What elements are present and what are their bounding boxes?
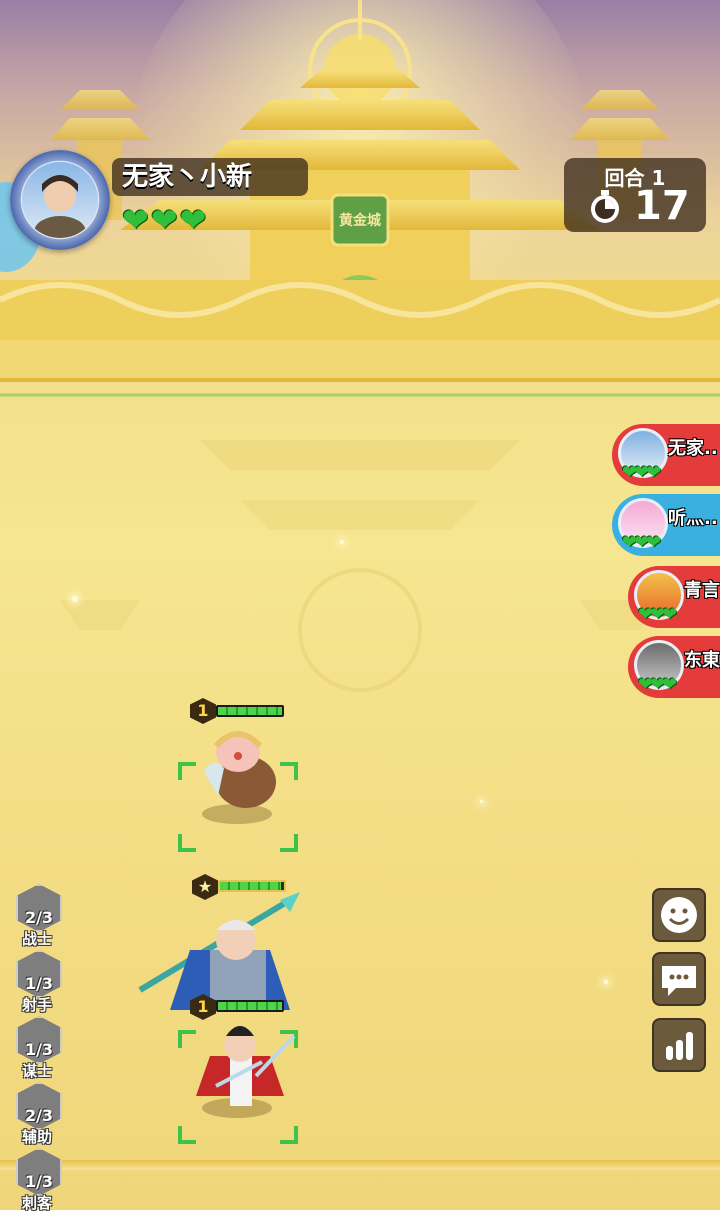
unit-swordsman[interactable]: 1: [170, 990, 300, 1150]
round-panel: 回合 1 17: [564, 158, 706, 232]
unit-monk[interactable]: 1: [170, 696, 300, 856]
sparkle: [604, 980, 608, 984]
synergy-label: 射手: [21, 996, 52, 1014]
tile-corner: [178, 1126, 196, 1144]
synergy-count: 2/3: [24, 1106, 54, 1125]
monk-sprite: [204, 731, 276, 808]
emoji-icon: [661, 897, 697, 933]
player-list-item[interactable]: 无家.. ❤❤❤: [612, 424, 720, 486]
stopwatch-icon: [591, 190, 619, 223]
warrior-icon: 2/3: [16, 884, 62, 932]
board-edge: [0, 1160, 720, 1170]
synergy-count: 2/3: [24, 908, 54, 927]
synergy-label: 战士: [21, 930, 52, 948]
synergy-label: 谋士: [21, 1062, 52, 1080]
synergy-label: 辅助: [21, 1128, 52, 1146]
player-list-name: 无家..: [668, 438, 718, 459]
chat-button[interactable]: [652, 952, 706, 1006]
archer-icon: 1/3: [16, 950, 62, 998]
tile-corner: [178, 834, 196, 852]
sparkle: [72, 596, 78, 602]
tile-corner: [280, 834, 298, 852]
sparkle: [340, 540, 344, 544]
palace-sign: 黄金城: [339, 212, 381, 229]
player-list-item[interactable]: 青言 ❤❤❤: [628, 566, 720, 628]
synergy-count: 1/3: [24, 1040, 54, 1059]
life-heart-icon: ❤: [150, 201, 178, 239]
chat-icon: [662, 966, 696, 996]
player-list-name: 青言: [684, 580, 720, 601]
player-list-lives: ❤❤❤: [638, 604, 677, 625]
player-list-lives: ❤❤❤: [622, 462, 661, 483]
player-list-name: 东東: [684, 650, 720, 671]
unit-hp-bar: [216, 1000, 284, 1012]
synergy-strategist[interactable]: 1/3 谋士: [16, 1016, 62, 1081]
player-list-lives: ❤❤❤: [622, 532, 661, 553]
strategist-icon: 1/3: [16, 1016, 62, 1064]
round-timer: 17: [634, 183, 690, 229]
swordsman-sprite: [196, 1026, 296, 1106]
synergy-archer[interactable]: 1/3 射手: [16, 950, 62, 1015]
player-list-item[interactable]: 听灬.. ❤❤❤: [612, 494, 720, 556]
synergy-count: 1/3: [24, 1172, 54, 1191]
tile-corner: [280, 1126, 298, 1144]
assassin-icon: 1/3: [16, 1148, 62, 1196]
synergy-count: 1/3: [24, 974, 54, 993]
player-list-name: 听灬..: [668, 508, 718, 529]
life-heart-icon: ❤: [179, 201, 207, 239]
player-name: 无家丶小新: [112, 158, 308, 196]
emoji-button[interactable]: [652, 888, 706, 942]
sparkle: [480, 800, 483, 803]
support-icon: 2/3: [16, 1082, 62, 1130]
synergy-assassin[interactable]: 1/3 刺客: [16, 1148, 62, 1213]
synergy-warrior[interactable]: 2/3 战士: [16, 884, 62, 949]
stats-icon: [666, 1032, 693, 1060]
player-list-lives: ❤❤❤: [638, 674, 677, 695]
life-heart-icon: ❤: [122, 201, 149, 239]
player-list-item[interactable]: 东東 ❤❤❤: [628, 636, 720, 698]
player-lives: ❤ ❤ ❤: [122, 204, 206, 236]
synergy-support[interactable]: 2/3 辅助: [16, 1082, 62, 1147]
stats-button[interactable]: [652, 1018, 706, 1072]
player-avatar[interactable]: [22, 162, 98, 238]
